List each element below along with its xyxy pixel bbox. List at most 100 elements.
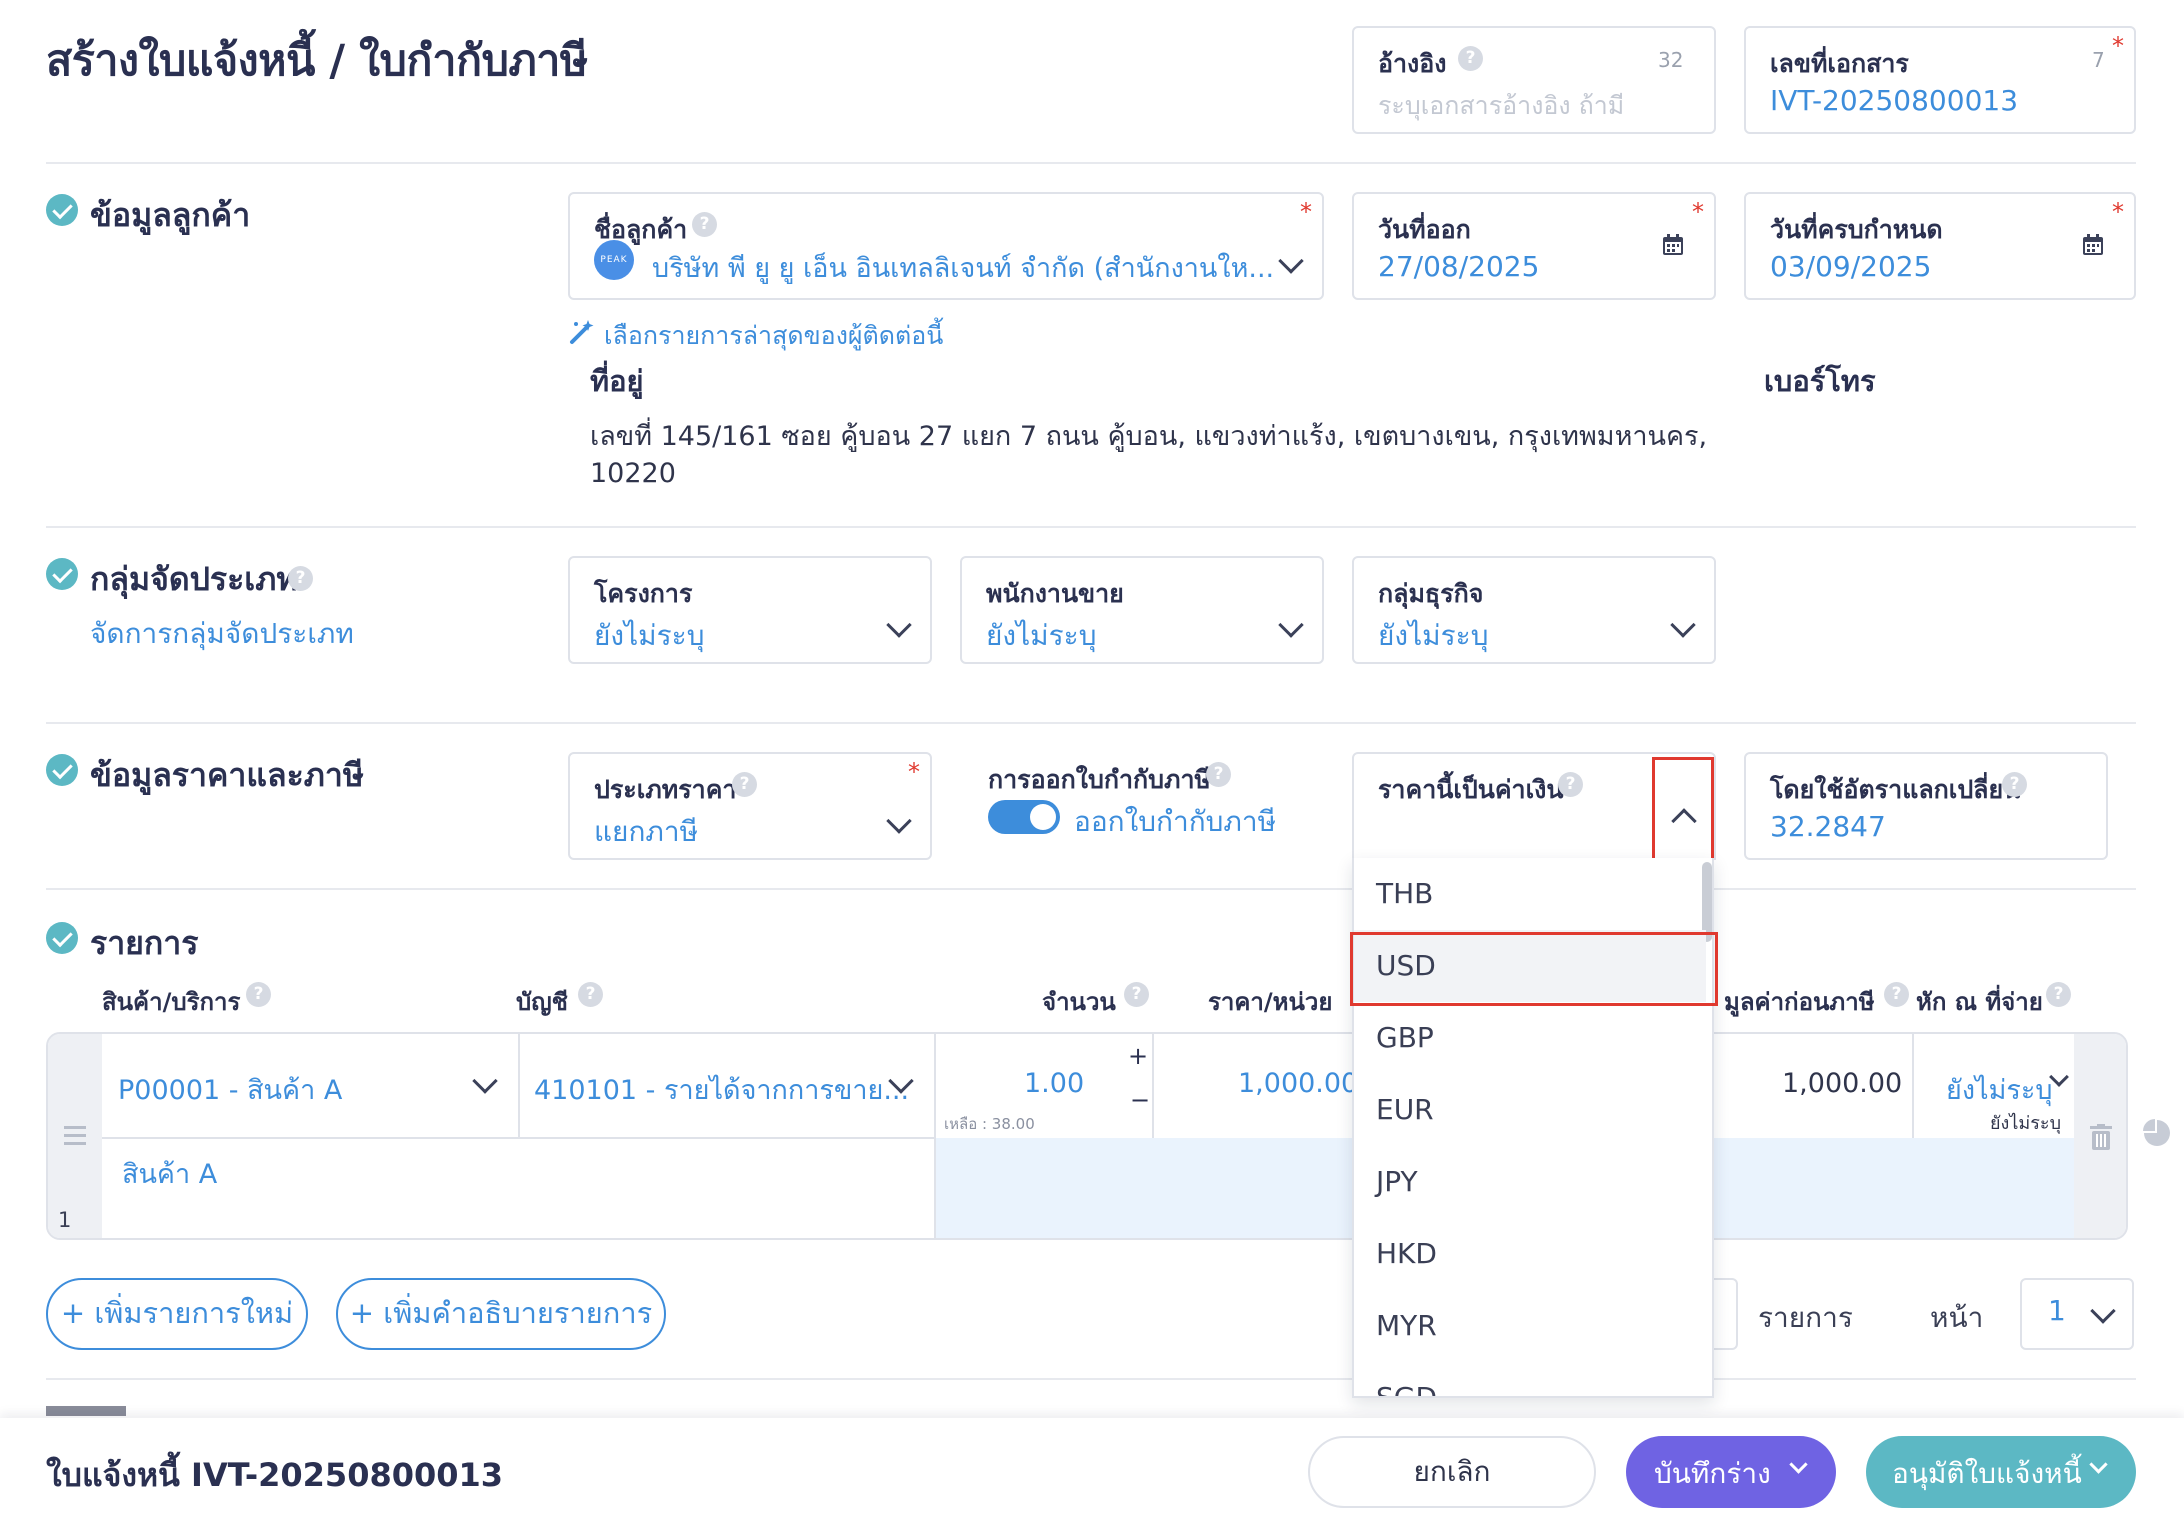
- pie-chart-icon[interactable]: [2142, 1118, 2172, 1148]
- add-item-button[interactable]: + เพิ่มรายการใหม่: [46, 1278, 308, 1350]
- currency-option-sgd[interactable]: SGD: [1354, 1362, 1706, 1396]
- divider: [46, 888, 2136, 890]
- qty-increment-button[interactable]: +: [1128, 1042, 1148, 1070]
- doc-number-counter: 7: [2092, 48, 2105, 72]
- row-handle[interactable]: 1: [48, 1034, 102, 1238]
- help-icon[interactable]: ?: [1206, 762, 1231, 787]
- help-icon[interactable]: ?: [288, 566, 313, 591]
- calendar-icon[interactable]: [2082, 234, 2104, 256]
- row-account[interactable]: 410101 - รายได้จากการขาย...: [534, 1068, 909, 1111]
- business-group-select[interactable]: กลุ่มธุรกิจ ยังไม่ระบุ: [1352, 556, 1716, 664]
- row-pre-tax: 1,000.00: [1782, 1068, 1903, 1099]
- items-per-page-label: รายการ: [1758, 1301, 1853, 1334]
- business-group-value: ยังไม่ระบุ: [1378, 619, 1489, 652]
- business-group-label: กลุ่มธุรกิจ: [1378, 579, 1484, 608]
- required-marker: *: [908, 758, 920, 786]
- reference-placeholder: ระบุเอกสารอ้างอิง ถ้ามี: [1378, 91, 1625, 120]
- currency-toggle-button[interactable]: [1652, 757, 1714, 861]
- chevron-down-icon[interactable]: [886, 808, 912, 834]
- salesperson-select[interactable]: พนักงานขาย ยังไม่ระบุ: [960, 556, 1324, 664]
- row-withholding[interactable]: ยังไม่ระบุ: [1946, 1068, 2053, 1111]
- toggle-knob: [1030, 804, 1056, 830]
- help-icon[interactable]: ?: [732, 772, 757, 797]
- tax-invoice-label: การออกใบกำกับภาษี: [988, 765, 1212, 794]
- help-icon[interactable]: ?: [246, 982, 271, 1007]
- exchange-rate-label: โดยใช้อัตราแลกเปลี่ยน: [1770, 775, 2021, 804]
- page-value: 1: [2048, 1294, 2066, 1327]
- help-icon[interactable]: ?: [2046, 982, 2071, 1007]
- trash-icon[interactable]: [2090, 1124, 2112, 1150]
- table-row[interactable]: 1 P00001 - สินค้า A 410101 - รายได้จากกา…: [46, 1032, 2128, 1240]
- exchange-rate-value: 32.2847: [1770, 810, 1886, 843]
- exchange-rate-field[interactable]: โดยใช้อัตราแลกเปลี่ยน ? 32.2847: [1744, 752, 2108, 860]
- column-qty: จำนวน: [1042, 988, 1116, 1016]
- issue-date-field[interactable]: วันที่ออก * 27/08/2025: [1352, 192, 1716, 300]
- help-icon[interactable]: ?: [1884, 982, 1909, 1007]
- due-date-value: 03/09/2025: [1770, 250, 1932, 283]
- issue-date-label: วันที่ออก: [1378, 215, 1471, 244]
- customer-logo: PEAK: [594, 240, 634, 280]
- row-withholding-sub: ยังไม่ระบุ: [1990, 1113, 2062, 1134]
- chevron-down-icon[interactable]: [1278, 612, 1304, 638]
- help-icon[interactable]: ?: [1124, 982, 1149, 1007]
- doc-number-value: IVT-20250800013: [1770, 84, 2019, 117]
- row-qty[interactable]: 1.00: [1024, 1068, 1084, 1099]
- due-date-label: วันที่ครบกำหนด: [1770, 215, 1943, 244]
- divider: [46, 526, 2136, 528]
- currency-option-thb[interactable]: THB: [1354, 858, 1706, 930]
- next-section-heading-clipped: [46, 1406, 126, 1416]
- chevron-down-icon[interactable]: [472, 1068, 498, 1094]
- project-select[interactable]: โครงการ ยังไม่ระบุ: [568, 556, 932, 664]
- chevron-down-icon[interactable]: [1278, 248, 1304, 274]
- chevron-down-icon[interactable]: [1670, 612, 1696, 638]
- help-icon[interactable]: ?: [2002, 772, 2027, 797]
- page-select[interactable]: 1: [2020, 1278, 2134, 1350]
- row-actions: [2074, 1034, 2126, 1238]
- page-label: หน้า: [1930, 1301, 1984, 1334]
- currency-option-gbp[interactable]: GBP: [1354, 1002, 1706, 1074]
- currency-option-myr[interactable]: MYR: [1354, 1290, 1706, 1362]
- help-icon[interactable]: ?: [1558, 772, 1583, 797]
- tax-invoice-toggle[interactable]: [988, 800, 1060, 834]
- add-description-button[interactable]: + เพิ่มคำอธิบายรายการ: [336, 1278, 666, 1350]
- chevron-down-icon[interactable]: [2090, 1298, 2116, 1324]
- project-label: โครงการ: [594, 579, 693, 608]
- help-icon[interactable]: ?: [1458, 46, 1483, 71]
- due-date-field[interactable]: วันที่ครบกำหนด * 03/09/2025: [1744, 192, 2136, 300]
- price-type-select[interactable]: ประเภทราคา ? * แยกภาษี: [568, 752, 932, 860]
- cancel-button[interactable]: ยกเลิก: [1308, 1436, 1596, 1508]
- calendar-icon[interactable]: [1662, 234, 1684, 256]
- save-draft-button[interactable]: บันทึกร่าง: [1626, 1436, 1836, 1508]
- currency-option-jpy[interactable]: JPY: [1354, 1146, 1706, 1218]
- required-marker: *: [2112, 32, 2124, 60]
- column-separator: [934, 1034, 936, 1238]
- recent-contact-link[interactable]: เลือกรายการล่าสุดของผู้ติดต่อนี้: [604, 316, 943, 356]
- row-unit-price[interactable]: 1,000.00: [1238, 1068, 1358, 1099]
- approve-invoice-button[interactable]: อนุมัติใบแจ้งหนี้: [1866, 1436, 2136, 1508]
- divider: [46, 722, 2136, 724]
- doc-number-field[interactable]: เลขที่เอกสาร 7 * IVT-20250800013: [1744, 26, 2136, 134]
- footer-bar: ใบแจ้งหนี้ IVT-20250800013 ยกเลิก บันทึก…: [0, 1418, 2184, 1520]
- help-icon[interactable]: ?: [692, 212, 717, 237]
- column-product: สินค้า/บริการ: [102, 988, 241, 1016]
- reference-label: อ้างอิง: [1378, 49, 1447, 78]
- column-separator: [1152, 1034, 1154, 1138]
- currency-option-hkd[interactable]: HKD: [1354, 1218, 1706, 1290]
- chevron-down-icon[interactable]: [886, 612, 912, 638]
- required-marker: *: [1300, 198, 1312, 226]
- tax-invoice-toggle-label: ออกใบกำกับภาษี: [1074, 805, 1277, 838]
- currency-select[interactable]: ราคานี้เป็นค่าเงิน ?: [1352, 752, 1716, 861]
- drag-handle-icon-line: [64, 1134, 86, 1137]
- manage-groups-link[interactable]: จัดการกลุ่มจัดประเภท: [90, 612, 354, 656]
- drag-handle-icon: [64, 1126, 86, 1129]
- customer-value: บริษัท พี ยู ยู เอ็น อินเทลลิเจนท์ จำกัด…: [652, 253, 1275, 284]
- column-withholding: หัก ณ ที่จ่าย: [1916, 988, 2043, 1016]
- customer-select[interactable]: ชื่อลูกค้า ? * PEAK บริษัท พี ยู ยู เอ็น…: [568, 192, 1324, 300]
- row-product[interactable]: P00001 - สินค้า A: [118, 1068, 342, 1111]
- currency-option-eur[interactable]: EUR: [1354, 1074, 1706, 1146]
- row-description[interactable]: สินค้า A: [122, 1152, 217, 1195]
- reference-field[interactable]: อ้างอิง ? 32 ระบุเอกสารอ้างอิง ถ้ามี: [1352, 26, 1716, 134]
- address-line-1: เลขที่ 145/161 ซอย คู้บอน 27 แยก 7 ถนน ค…: [590, 421, 1708, 452]
- qty-decrement-button[interactable]: −: [1130, 1086, 1150, 1114]
- help-icon[interactable]: ?: [578, 982, 603, 1007]
